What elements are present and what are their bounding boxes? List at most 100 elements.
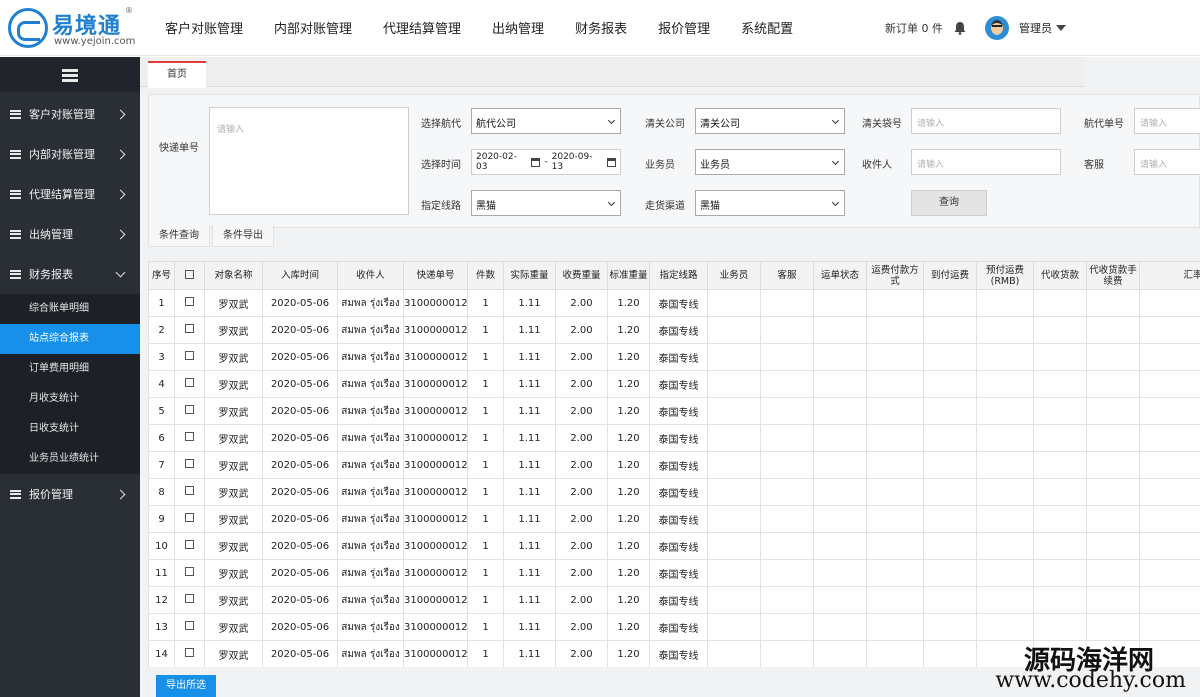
row-select-cell[interactable] — [174, 613, 205, 641]
row-checkbox[interactable] — [185, 378, 194, 387]
sidebar-toggle[interactable] — [0, 57, 140, 92]
sidebar-group-internal-reconcile[interactable]: 内部对账管理 — [0, 134, 140, 174]
col-header-exchange-rate[interactable]: 汇率 — [1139, 261, 1200, 290]
row-checkbox[interactable] — [185, 621, 194, 630]
row-checkbox[interactable] — [185, 297, 194, 306]
row-select-cell[interactable] — [174, 586, 205, 614]
table-row[interactable]: 9 罗双武 2020-05-06 สมพล รุ่งเรือง 3100000012 1 1… — [148, 505, 1200, 533]
col-header-cod-amount[interactable]: 代收货款 — [1033, 261, 1087, 290]
table-row[interactable]: 11 罗双武 2020-05-06 สมพล รุ่งเรือง 3100000012 1… — [148, 559, 1200, 587]
col-header-object-name[interactable]: 对象名称 — [204, 261, 263, 290]
date-from[interactable]: 2020-02-03 — [476, 152, 527, 172]
col-header-cod-fee[interactable]: 代收货款手续费 — [1086, 261, 1140, 290]
topnav-internal-reconcile[interactable]: 内部对账管理 — [274, 0, 352, 56]
row-checkbox[interactable] — [185, 351, 194, 360]
col-header-charge-weight[interactable]: 收费重量 — [555, 261, 608, 290]
row-select-cell[interactable] — [174, 559, 205, 587]
airline-select[interactable]: 航代公司 — [471, 108, 621, 134]
brand-logo[interactable]: 易境通 ® www.yejoin.com — [8, 6, 138, 50]
col-header-index[interactable]: 序号 — [148, 261, 175, 290]
sidebar-item-daily-stats[interactable]: 日收支统计 — [0, 414, 140, 444]
col-header-inbound-time[interactable]: 入库时间 — [262, 261, 338, 290]
row-checkbox[interactable] — [185, 567, 194, 576]
table-row[interactable]: 10 罗双武 2020-05-06 สมพล รุ่งเรือง 3100000012 1… — [148, 532, 1200, 560]
topnav-system-config[interactable]: 系统配置 — [741, 0, 793, 56]
row-select-cell[interactable] — [174, 316, 205, 344]
calendar-icon[interactable] — [607, 157, 616, 167]
row-select-cell[interactable] — [174, 289, 205, 317]
sidebar-item-order-fee-detail[interactable]: 订单费用明细 — [0, 354, 140, 384]
table-row[interactable]: 12 罗双武 2020-05-06 สมพล รุ่งเรือง 3100000012 1… — [148, 586, 1200, 614]
col-header-standard-weight[interactable]: 标准重量 — [607, 261, 650, 290]
row-select-cell[interactable] — [174, 370, 205, 398]
row-checkbox[interactable] — [185, 324, 194, 333]
col-header-cod-freight[interactable]: 到付运费 — [923, 261, 977, 290]
topnav-customer-reconcile[interactable]: 客户对账管理 — [165, 0, 243, 56]
col-header-salesman[interactable]: 业务员 — [707, 261, 761, 290]
table-row[interactable]: 6 罗双武 2020-05-06 สมพล รุ่งเรือง 3100000012 1 1… — [148, 424, 1200, 452]
tab-condition-export[interactable]: 条件导出 — [212, 225, 274, 247]
table-row[interactable]: 7 罗双武 2020-05-06 สมพล รุ่งเรือง 3100000012 1 1… — [148, 451, 1200, 479]
sidebar-item-salesman-stats[interactable]: 业务员业绩统计 — [0, 444, 140, 474]
col-header-pieces[interactable]: 件数 — [467, 261, 504, 290]
col-header-prepaid-freight[interactable]: 预付运费(RMB) — [976, 261, 1034, 290]
col-header-actual-weight[interactable]: 实际重量 — [503, 261, 556, 290]
topnav-cashier[interactable]: 出纳管理 — [492, 0, 544, 56]
caret-down-icon[interactable] — [1056, 25, 1066, 31]
new-orders-count[interactable]: 新订单 0 件 — [885, 20, 943, 36]
row-select-cell[interactable] — [174, 424, 205, 452]
sidebar-item-monthly-stats[interactable]: 月收支统计 — [0, 384, 140, 414]
row-checkbox[interactable] — [185, 405, 194, 414]
col-header-service[interactable]: 客服 — [760, 261, 814, 290]
col-header-route[interactable]: 指定线路 — [649, 261, 708, 290]
select-all-checkbox[interactable] — [185, 269, 194, 279]
topnav-quotes[interactable]: 报价管理 — [658, 0, 710, 56]
user-avatar[interactable] — [985, 16, 1009, 40]
receiver-input[interactable]: 请输入 — [911, 149, 1061, 175]
row-select-cell[interactable] — [174, 505, 205, 533]
salesman-select[interactable]: 业务员 — [695, 149, 845, 175]
row-select-cell[interactable] — [174, 397, 205, 425]
row-select-cell[interactable] — [174, 451, 205, 479]
row-checkbox[interactable] — [185, 540, 194, 549]
sidebar-group-agent-settlement[interactable]: 代理结算管理 — [0, 174, 140, 214]
topnav-financial-reports[interactable]: 财务报表 — [575, 0, 627, 56]
route-select[interactable]: 黑猫 — [471, 190, 621, 216]
col-header-receiver[interactable]: 收件人 — [337, 261, 404, 290]
table-row[interactable]: 8 罗双武 2020-05-06 สมพล รุ่งเรือง 3100000012 1 1… — [148, 478, 1200, 506]
table-row[interactable]: 5 罗双武 2020-05-06 สมพล รุ่งเรือง 3100000012 1 1… — [148, 397, 1200, 425]
sidebar-group-cashier[interactable]: 出纳管理 — [0, 214, 140, 254]
clearance-select[interactable]: 清关公司 — [695, 108, 845, 134]
export-selected-button[interactable]: 导出所选 — [156, 675, 216, 697]
bag-number-input[interactable]: 请输入 — [911, 108, 1061, 134]
col-header-freight-payment[interactable]: 运费付款方式 — [866, 261, 924, 290]
sidebar-group-financial-reports[interactable]: 财务报表 — [0, 254, 140, 294]
table-row[interactable]: 13 罗双武 2020-05-06 สมพล รุ่งเรือง 3100000012 1… — [148, 613, 1200, 641]
date-to[interactable]: 2020-09-13 — [552, 152, 603, 172]
row-select-cell[interactable] — [174, 640, 205, 667]
date-range-picker[interactable]: 2020-02-03 - 2020-09-13 — [471, 149, 621, 175]
bell-icon[interactable] — [953, 21, 967, 35]
row-checkbox[interactable] — [185, 432, 194, 441]
tab-home[interactable]: 首页 — [148, 61, 206, 88]
row-select-cell[interactable] — [174, 343, 205, 371]
customer-service-input[interactable]: 请输入 — [1134, 149, 1200, 175]
topnav-agent-settlement[interactable]: 代理结算管理 — [383, 0, 461, 56]
row-checkbox[interactable] — [185, 486, 194, 495]
col-header-waybill-status[interactable]: 运单状态 — [813, 261, 867, 290]
row-select-cell[interactable] — [174, 532, 205, 560]
sidebar-group-customer-reconcile[interactable]: 客户对账管理 — [0, 94, 140, 134]
col-header-select[interactable] — [174, 261, 205, 290]
row-checkbox[interactable] — [185, 648, 194, 657]
sidebar-item-bill-detail[interactable]: 综合账单明细 — [0, 294, 140, 324]
tracking-number-input[interactable]: 请输入 — [209, 107, 409, 215]
table-row[interactable]: 2 罗双武 2020-05-06 สมพล รุ่งเรือง 3100000012 1 1… — [148, 316, 1200, 344]
channel-select[interactable]: 黑猫 — [695, 190, 845, 216]
table-row[interactable]: 1 罗双武 2020-05-06 สมพล รุ่งเรือง 3100000012 1 1… — [148, 289, 1200, 317]
tab-condition-query[interactable]: 条件查询 — [148, 225, 210, 247]
row-select-cell[interactable] — [174, 478, 205, 506]
row-checkbox[interactable] — [185, 513, 194, 522]
sidebar-group-quotes[interactable]: 报价管理 — [0, 474, 140, 514]
user-name[interactable]: 管理员 — [1019, 20, 1052, 36]
col-header-tracking-number[interactable]: 快递单号 — [403, 261, 468, 290]
